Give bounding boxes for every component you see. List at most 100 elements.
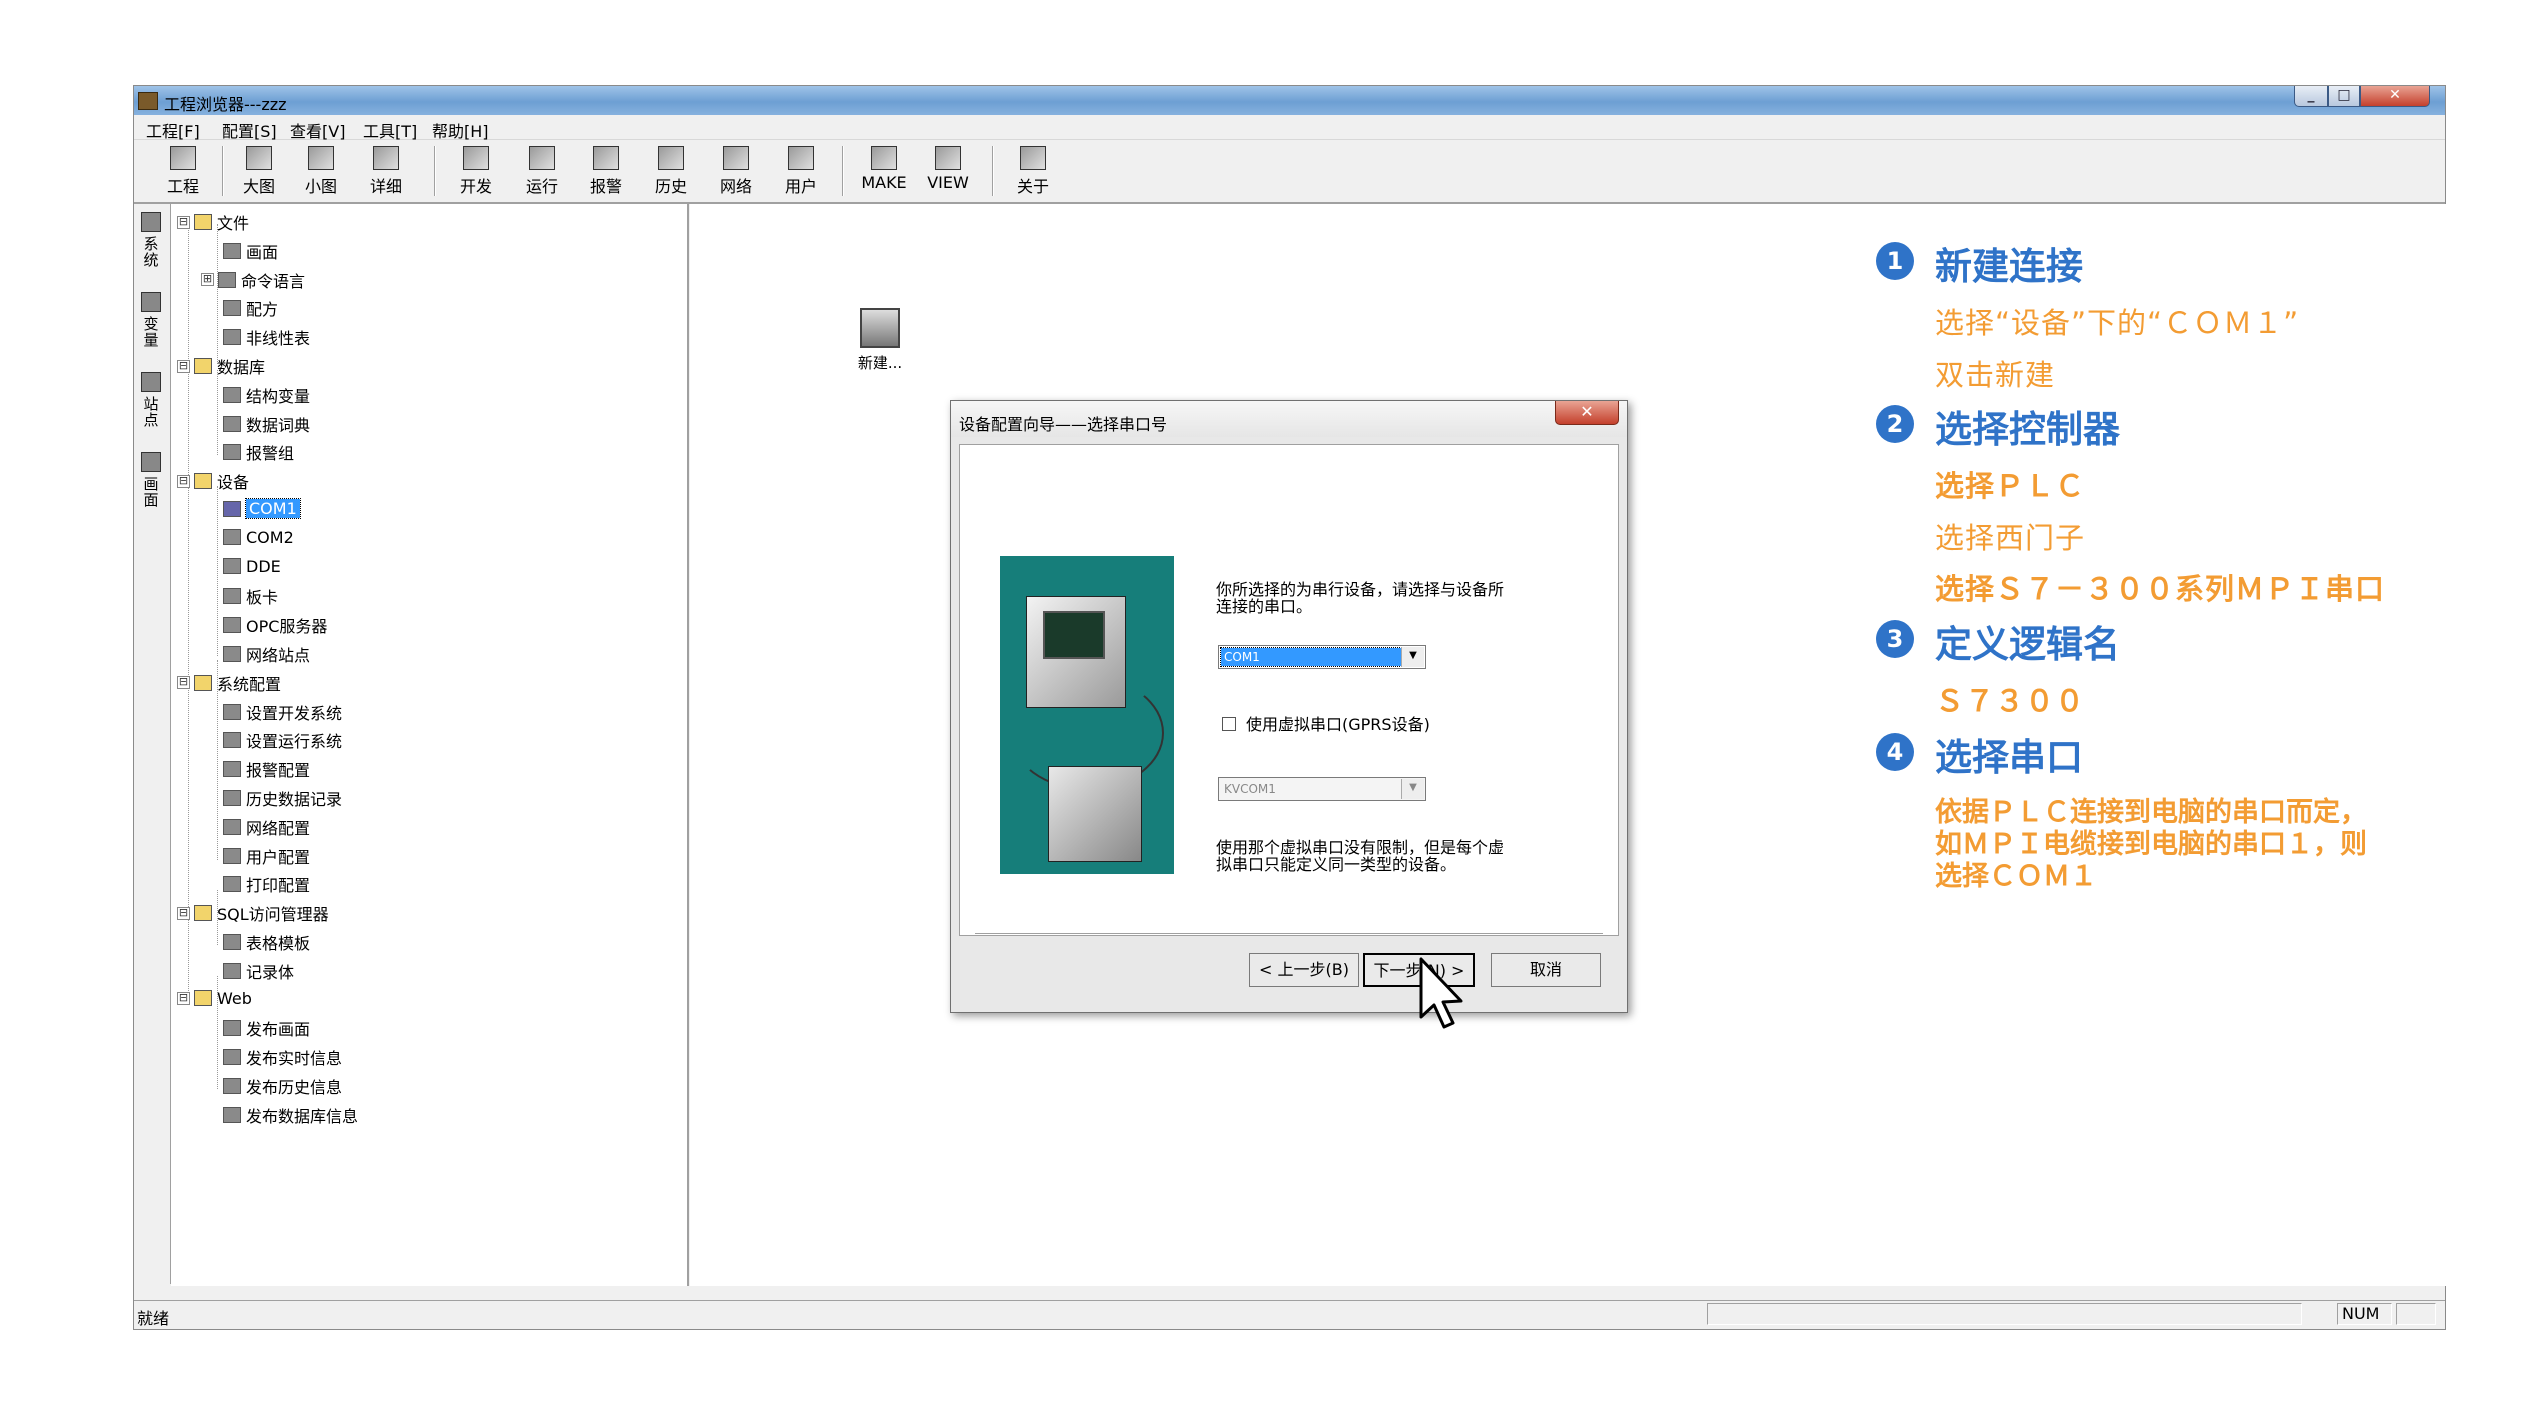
tree-item[interactable]: ⊟ 系统配置 — [177, 671, 281, 697]
tree-item[interactable]: 打印配置 — [223, 872, 310, 898]
step-title: 选择串口 — [1935, 736, 2083, 779]
tree-item[interactable]: ⊟ 文件 — [177, 210, 249, 236]
tree-item[interactable]: 发布历史信息 — [223, 1074, 342, 1100]
tree-item[interactable]: 报警配置 — [223, 757, 310, 783]
tab-screens[interactable]: 画面 — [138, 452, 164, 508]
tree-item[interactable]: 记录体 — [223, 959, 294, 985]
step-title: 选择控制器 — [1935, 408, 2120, 451]
toolbar-about-button[interactable]: 关于 — [1004, 142, 1062, 198]
tree-item[interactable]: 数据词典 — [223, 412, 310, 438]
tree-item[interactable]: 板卡 — [223, 584, 278, 610]
toolbar-user-button[interactable]: 用户 — [772, 142, 830, 198]
close-button[interactable]: ✕ — [2360, 86, 2430, 107]
tree-item-label: 历史数据记录 — [246, 790, 343, 809]
tree-item-label: 发布实时信息 — [246, 1049, 343, 1069]
tree-item[interactable]: 发布实时信息 — [223, 1045, 342, 1071]
step-number-badge: 4 — [1876, 733, 1914, 771]
tree-item-label: 打印配置 — [246, 876, 311, 896]
item-icon — [223, 1106, 241, 1123]
com-port-select[interactable]: COM1 ▼ — [1218, 645, 1426, 669]
tree-item-label: COM2 — [246, 527, 294, 547]
toolbar-network-button[interactable]: 网络 — [707, 142, 765, 198]
folder-icon — [194, 473, 212, 490]
tree-item-label: 网络配置 — [246, 818, 311, 838]
new-item-label: 新建... — [857, 354, 903, 372]
step-number-badge: 2 — [1876, 405, 1914, 443]
new-device-item[interactable]: 新建... — [850, 308, 910, 373]
menu-view[interactable]: 查看[V] — [290, 118, 345, 142]
tree-item[interactable]: 表格模板 — [223, 930, 310, 956]
status-pane — [1707, 1303, 2302, 1325]
tree-item[interactable]: ⊟ Web — [177, 988, 252, 1014]
status-pane-end — [2396, 1303, 2436, 1325]
title-bar[interactable]: 工程浏览器---zzz _ □ ✕ — [134, 86, 2445, 115]
expand-toggle-icon[interactable]: ⊟ — [177, 676, 190, 690]
menu-help[interactable]: 帮助[H] — [432, 118, 489, 142]
tree-item[interactable]: COM1 — [223, 498, 301, 524]
tree-item[interactable]: 网络站点 — [223, 642, 310, 668]
toolbar-develop-button[interactable]: 开发 — [447, 142, 505, 198]
menu-tools[interactable]: 工具[T] — [363, 118, 417, 142]
tree-item-label: 非线性表 — [246, 329, 311, 349]
tab-variables[interactable]: 变量 — [138, 292, 164, 348]
item-icon — [223, 386, 241, 403]
item-icon — [223, 617, 241, 634]
toolbar-project-button[interactable]: 工程 — [154, 142, 212, 198]
tree-item[interactable]: 历史数据记录 — [223, 786, 342, 812]
menu-config[interactable]: 配置[S] — [222, 118, 277, 142]
dialog-title-bar[interactable]: 设备配置向导——选择串口号 ✕ — [951, 401, 1627, 437]
dialog-close-button[interactable]: ✕ — [1555, 401, 1619, 425]
tree-item-label: 设置开发系统 — [246, 703, 343, 723]
tree-item[interactable]: 非线性表 — [223, 325, 310, 351]
virtual-port-select[interactable]: KVCOM1 ▼ — [1218, 777, 1426, 801]
tree-item[interactable]: 报警组 — [223, 440, 294, 466]
tree-item[interactable]: 发布画面 — [223, 1016, 310, 1042]
toolbar-view-button[interactable]: VIEW — [919, 142, 977, 198]
toolbar-large-icons-button[interactable]: 大图 — [230, 142, 288, 198]
expand-toggle-icon[interactable]: ⊟ — [177, 215, 190, 229]
about-icon — [1020, 146, 1046, 170]
tree-item[interactable]: OPC服务器 — [223, 613, 327, 639]
expand-toggle-icon[interactable]: ⊞ — [201, 273, 214, 287]
back-button[interactable]: < 上一步(B) — [1249, 953, 1359, 987]
toolbar-history-button[interactable]: 历史 — [642, 142, 700, 198]
tree-item[interactable]: ⊟ 数据库 — [177, 354, 265, 380]
tree-item[interactable]: 设置开发系统 — [223, 700, 342, 726]
item-icon — [223, 242, 241, 259]
tree-item-label: 画面 — [246, 242, 279, 262]
tab-stations[interactable]: 站点 — [138, 372, 164, 428]
tree-item[interactable]: COM2 — [223, 527, 294, 553]
tree-item[interactable]: 画面 — [223, 239, 278, 265]
tree-item-label: 结构变量 — [246, 386, 311, 406]
tree-item[interactable]: 配方 — [223, 296, 278, 322]
expand-toggle-icon[interactable]: ⊟ — [177, 906, 190, 920]
tree-item[interactable]: 结构变量 — [223, 383, 310, 409]
tree-item[interactable]: 设置运行系统 — [223, 728, 342, 754]
tree-item[interactable]: ⊟ SQL访问管理器 — [177, 901, 329, 927]
toolbar-small-icons-button[interactable]: 小图 — [292, 142, 350, 198]
expand-toggle-icon[interactable]: ⊟ — [177, 359, 190, 373]
item-icon — [223, 588, 241, 605]
tree-item[interactable]: DDE — [223, 556, 281, 582]
tree-item-label: 配方 — [246, 300, 279, 320]
expand-toggle-icon[interactable]: ⊟ — [177, 474, 190, 488]
tree-item[interactable]: ⊞ 命令语言 — [201, 268, 305, 294]
tree-item[interactable]: ⊟ 设备 — [177, 469, 249, 495]
toolbar-alarm-button[interactable]: 报警 — [577, 142, 635, 198]
toolbar-details-button[interactable]: 详细 — [357, 142, 415, 198]
virtual-port-checkbox[interactable] — [1222, 717, 1236, 731]
dialog-title: 设备配置向导——选择串口号 — [959, 415, 1168, 434]
toolbar-make-button[interactable]: MAKE — [855, 142, 913, 198]
menu-project[interactable]: 工程[F] — [146, 118, 200, 142]
expand-toggle-icon[interactable]: ⊟ — [177, 991, 190, 1005]
minimize-button[interactable]: _ — [2294, 86, 2328, 107]
maximize-button[interactable]: □ — [2328, 86, 2360, 107]
item-icon — [223, 1078, 241, 1094]
toolbar-run-button[interactable]: 运行 — [513, 142, 571, 198]
tab-system[interactable]: 系统 — [138, 212, 164, 268]
step-note: 选择“设备”下的“ＣＯＭ１” — [1935, 306, 2300, 340]
cancel-button[interactable]: 取消 — [1491, 953, 1601, 987]
tree-item[interactable]: 网络配置 — [223, 815, 310, 841]
tree-item[interactable]: 用户配置 — [223, 844, 310, 870]
tree-item[interactable]: 发布数据库信息 — [223, 1103, 358, 1129]
